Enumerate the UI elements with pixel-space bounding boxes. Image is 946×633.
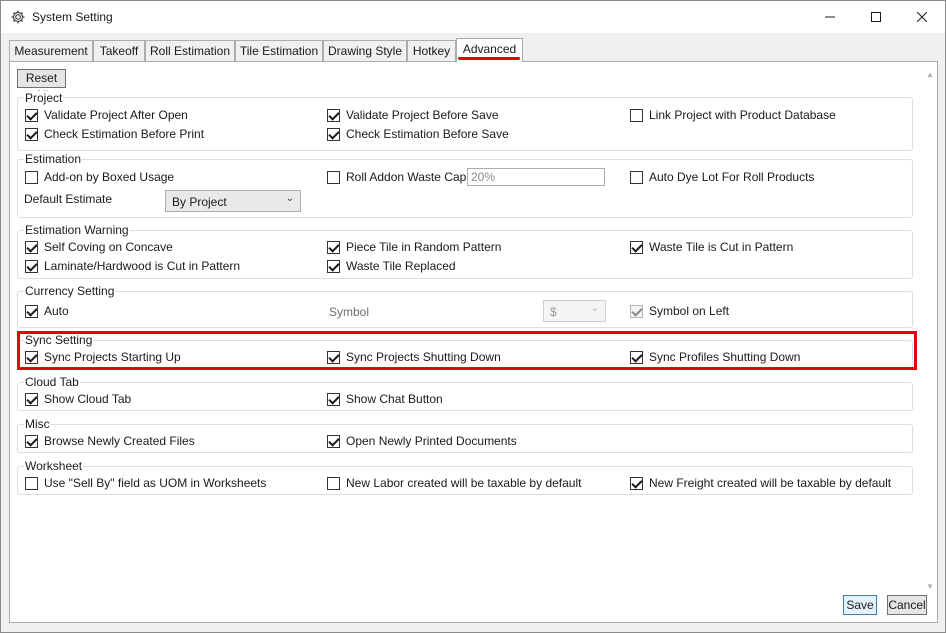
browse-new-files-checkbox[interactable]: Browse Newly Created Files bbox=[25, 433, 195, 449]
tab-measurement[interactable]: Measurement bbox=[9, 40, 93, 61]
sync-profiles-shutting-down-checkbox[interactable]: Sync Profiles Shutting Down bbox=[630, 349, 800, 365]
project-group bbox=[17, 97, 913, 151]
freight-taxable-checkbox[interactable]: New Freight created will be taxable by d… bbox=[630, 475, 891, 491]
currency-group bbox=[17, 291, 913, 328]
show-cloud-tab-checkbox[interactable]: Show Cloud Tab bbox=[25, 391, 131, 407]
addon-boxed-checkbox[interactable]: Add-on by Boxed Usage bbox=[25, 169, 174, 185]
chevron-down-icon: ⌄ bbox=[590, 303, 599, 314]
tab-hotkey[interactable]: Hotkey bbox=[407, 40, 456, 61]
title-bar: System Setting bbox=[1, 1, 945, 33]
minimize-icon bbox=[825, 16, 835, 18]
sync-group-title: Sync Setting bbox=[24, 333, 94, 347]
symbol-on-left-checkbox[interactable]: Symbol on Left bbox=[630, 303, 729, 319]
tab-roll-estimation[interactable]: Roll Estimation bbox=[145, 40, 235, 61]
sell-by-uom-checkbox[interactable]: Use "Sell By" field as UOM in Worksheets bbox=[25, 475, 266, 491]
cloud-tab-group bbox=[17, 382, 913, 411]
minimize-button[interactable] bbox=[807, 1, 853, 33]
estimation-group bbox=[17, 159, 913, 218]
maximize-button[interactable] bbox=[853, 1, 899, 33]
default-estimate-select[interactable]: By Project ⌄ bbox=[165, 190, 301, 212]
estimation-group-title: Estimation bbox=[24, 152, 83, 166]
misc-group-title: Misc bbox=[24, 417, 51, 431]
active-tab-underline bbox=[458, 57, 520, 60]
reset-all-button[interactable]: Reset All bbox=[17, 69, 66, 102]
vertical-scrollbar[interactable]: ▲ ▼ bbox=[924, 70, 936, 592]
scroll-down-icon[interactable]: ▼ bbox=[925, 582, 935, 592]
close-icon bbox=[917, 12, 927, 22]
worksheet-group-title: Worksheet bbox=[24, 459, 84, 473]
chevron-down-icon: ⌄ bbox=[285, 193, 294, 204]
maximize-icon bbox=[871, 12, 881, 22]
cancel-button[interactable]: Cancel bbox=[887, 595, 927, 615]
system-setting-window: System Setting Measurement Takeoff Roll … bbox=[0, 0, 946, 633]
tab-tile-estimation[interactable]: Tile Estimation bbox=[235, 40, 323, 61]
currency-group-title: Currency Setting bbox=[24, 284, 116, 298]
open-printed-docs-checkbox[interactable]: Open Newly Printed Documents bbox=[327, 433, 517, 449]
currency-symbol-select[interactable]: $ ⌄ bbox=[543, 300, 606, 322]
waste-tile-cut-checkbox[interactable]: Waste Tile is Cut in Pattern bbox=[630, 239, 793, 255]
tab-drawing-style[interactable]: Drawing Style bbox=[323, 40, 407, 61]
cloud-tab-group-title: Cloud Tab bbox=[24, 375, 80, 389]
validate-before-save-checkbox[interactable]: Validate Project Before Save bbox=[327, 107, 499, 123]
roll-addon-waste-cap-checkbox[interactable]: Roll Addon Waste Cap bbox=[327, 169, 466, 185]
project-group-title: Project bbox=[24, 91, 64, 105]
gear-icon bbox=[10, 9, 26, 25]
estimation-warning-group-title: Estimation Warning bbox=[24, 223, 130, 237]
check-before-print-checkbox[interactable]: Check Estimation Before Print bbox=[25, 126, 204, 142]
symbol-label: Symbol bbox=[329, 305, 370, 319]
link-product-db-checkbox[interactable]: Link Project with Product Database bbox=[630, 107, 836, 123]
labor-taxable-checkbox[interactable]: New Labor created will be taxable by def… bbox=[327, 475, 581, 491]
window-title: System Setting bbox=[32, 10, 113, 24]
auto-dye-lot-checkbox[interactable]: Auto Dye Lot For Roll Products bbox=[630, 169, 814, 185]
validate-after-open-checkbox[interactable]: Validate Project After Open bbox=[25, 107, 188, 123]
laminate-cut-checkbox[interactable]: Laminate/Hardwood is Cut in Pattern bbox=[25, 258, 240, 274]
save-button[interactable]: Save bbox=[843, 595, 877, 615]
piece-tile-random-checkbox[interactable]: Piece Tile in Random Pattern bbox=[327, 239, 501, 255]
self-coving-checkbox[interactable]: Self Coving on Concave bbox=[25, 239, 173, 255]
sync-shutting-down-checkbox[interactable]: Sync Projects Shutting Down bbox=[327, 349, 501, 365]
waste-tile-replaced-checkbox[interactable]: Waste Tile Replaced bbox=[327, 258, 456, 274]
sync-starting-up-checkbox[interactable]: Sync Projects Starting Up bbox=[25, 349, 181, 365]
show-chat-button-checkbox[interactable]: Show Chat Button bbox=[327, 391, 443, 407]
scroll-up-icon[interactable]: ▲ bbox=[925, 70, 935, 80]
waste-cap-input[interactable]: 20% bbox=[467, 168, 605, 186]
close-button[interactable] bbox=[899, 1, 945, 33]
check-before-save-checkbox[interactable]: Check Estimation Before Save bbox=[327, 126, 509, 142]
currency-auto-checkbox[interactable]: Auto bbox=[25, 303, 69, 319]
tab-takeoff[interactable]: Takeoff bbox=[93, 40, 145, 61]
default-estimate-label: Default Estimate bbox=[24, 192, 113, 206]
